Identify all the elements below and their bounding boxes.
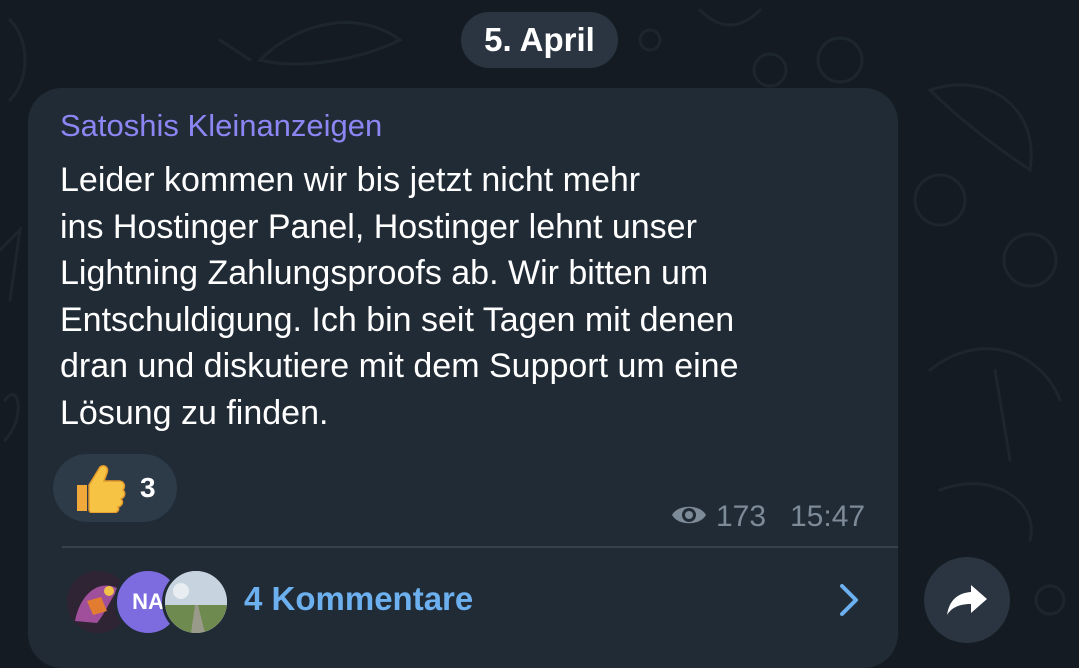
avatar [162,568,230,636]
sender-name[interactable]: Satoshis Kleinanzeigen [60,108,382,144]
share-icon [947,585,987,615]
date-separator: 5. April [461,12,618,68]
comments-link[interactable]: 4 Kommentare [244,580,473,618]
divider [62,546,898,548]
reaction-chip[interactable] [53,454,177,522]
view-count: 173 [716,500,767,533]
message-time: 15:47 [790,500,866,533]
chevron-right-icon[interactable] [834,582,864,618]
reaction-count: 3 [140,472,156,503]
eye-icon [672,506,706,524]
thumbs-up-icon [77,465,126,513]
message-text: Leider kommen wir bis jetzt nicht mehr i… [60,161,739,432]
share-button[interactable] [924,557,1010,643]
